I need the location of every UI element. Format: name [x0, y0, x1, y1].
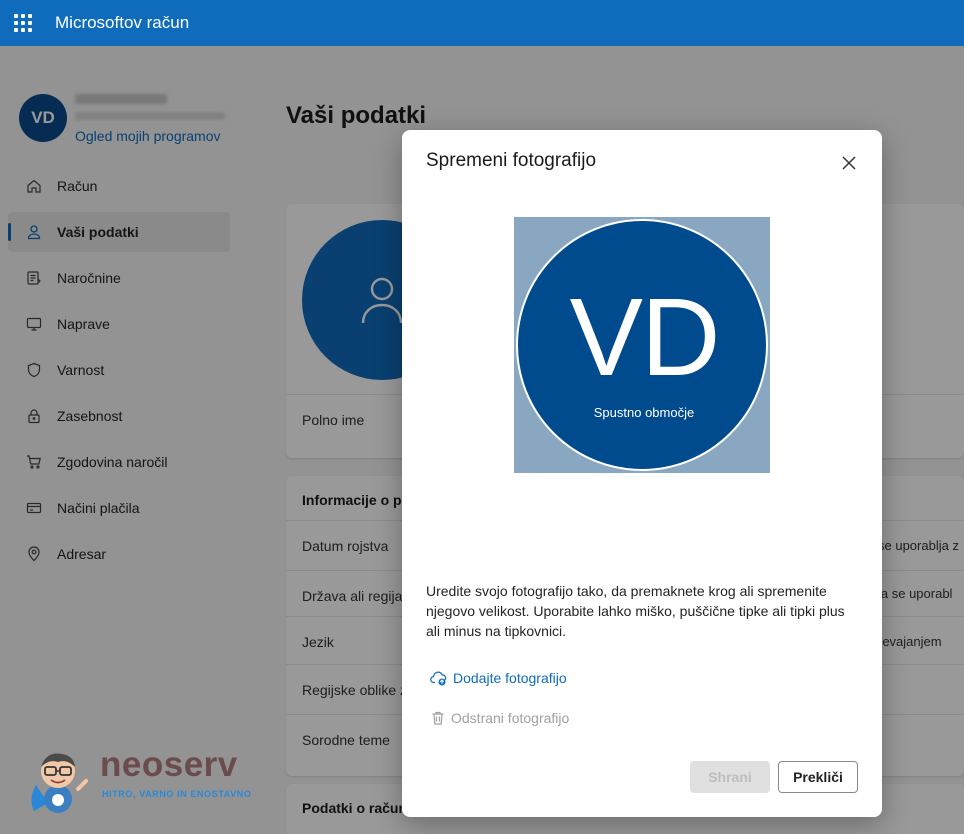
- app-title[interactable]: Microsoftov račun: [55, 13, 189, 33]
- photo-initials: VD: [569, 276, 721, 399]
- remove-photo-label: Odstrani fotografijo: [451, 710, 570, 726]
- watermark-brand: neoserv: [100, 745, 238, 784]
- save-button[interactable]: Shrani: [690, 761, 770, 793]
- mascot-icon: [31, 753, 88, 813]
- close-icon: [842, 156, 856, 170]
- change-photo-dialog: Spremeni fotografijo VD Spustno območje …: [402, 130, 882, 817]
- remove-photo-link[interactable]: Odstrani fotografijo: [430, 710, 569, 726]
- close-button[interactable]: [838, 152, 860, 174]
- cancel-button[interactable]: Prekliči: [778, 761, 858, 793]
- add-photo-link[interactable]: Dodajte fotografijo: [430, 670, 567, 686]
- watermark-tagline: HITRO, VARNO IN ENOSTAVNO: [102, 789, 252, 799]
- neoserv-watermark: neoserv HITRO, VARNO IN ENOSTAVNO: [22, 745, 262, 817]
- trash-icon: [432, 711, 444, 725]
- top-bar: Microsoftov račun: [0, 0, 964, 46]
- photo-crop-area[interactable]: VD Spustno območje: [514, 217, 770, 473]
- cloud-upload-icon: [430, 671, 447, 686]
- add-photo-label: Dodajte fotografijo: [453, 670, 567, 686]
- crop-circle[interactable]: VD Spustno območje: [516, 219, 768, 471]
- waffle-icon[interactable]: [14, 14, 32, 32]
- dialog-description: Uredite svojo fotografijo tako, da prema…: [426, 583, 845, 639]
- drop-zone-label: Spustno območje: [593, 405, 695, 420]
- dialog-title: Spremeni fotografijo: [426, 150, 597, 171]
